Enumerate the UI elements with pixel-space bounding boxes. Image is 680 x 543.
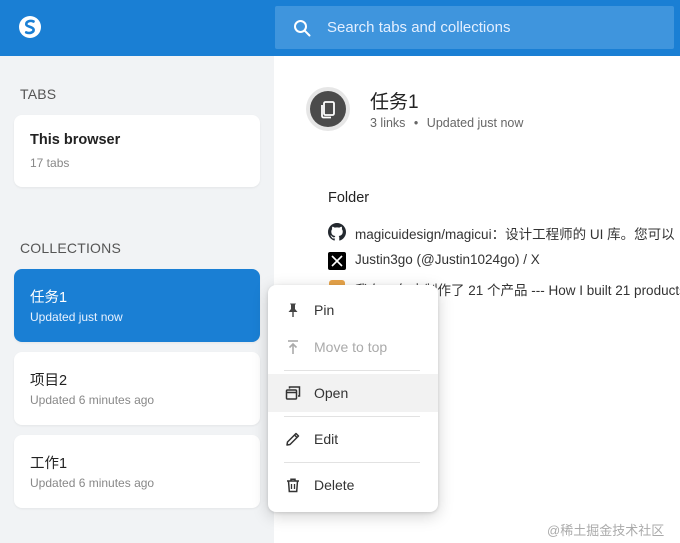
top-bar [0,0,680,56]
meta-separator: • [413,116,419,130]
collection-avatar [306,87,350,131]
collection-meta: 3 links • Updated just now [370,116,523,130]
menu-divider [284,462,420,463]
move-to-top-icon [288,340,298,354]
search-input[interactable] [327,6,657,49]
collections-section-title: COLLECTIONS [20,240,121,256]
menu-item-label: Pin [314,302,335,318]
link-text: magicuidesign/magicui：设计工程师的 UI 库。您可以 [355,227,675,242]
menu-divider [284,416,420,417]
edit-pencil-icon [286,432,300,446]
menu-item-label: Move to top [314,339,388,355]
menu-item-open[interactable]: Open [268,374,438,412]
links-count: 3 links [370,116,406,130]
updated-text: Updated just now [426,116,524,130]
copy-icon [321,101,335,119]
tabs-section-title: TABS [20,86,57,102]
menu-item-edit[interactable]: Edit [268,420,438,458]
menu-item-label: Edit [314,431,339,447]
github-icon [328,223,346,241]
app-logo-icon[interactable] [18,15,42,39]
pin-icon [288,303,298,317]
collection-card-title: 任务1 [30,290,68,306]
collection-card-subtitle: Updated 6 minutes ago [30,393,155,407]
link-text: Justin3go (@Justin1024go) / X [355,252,540,267]
tabs-card-title: This browser [30,132,121,148]
collection-card-subtitle: Updated 6 minutes ago [30,476,155,490]
tabs-card-this-browser[interactable]: This browser 17 tabs [14,115,260,187]
search-box[interactable] [275,6,674,49]
menu-item-label: Delete [314,477,355,493]
collection-card-title: 项目2 [30,373,68,389]
collection-card-title: 工作1 [30,456,68,472]
sidebar: TABS This browser 17 tabs COLLECTIONS 任务… [0,56,274,543]
open-in-window-icon [285,386,301,400]
watermark-text: @稀土掘金技术社区 [547,523,665,538]
x-icon [328,252,346,270]
collection-card-1[interactable]: 任务1 Updated just now [14,269,260,342]
collection-card-2[interactable]: 项目2 Updated 6 minutes ago [14,352,260,425]
menu-item-label: Open [314,385,349,401]
menu-item-delete[interactable]: Delete [268,466,438,504]
collection-card-subtitle: Updated just now [30,310,123,324]
context-menu: Pin Move to top Open Edit Delete [268,285,438,512]
tabs-card-subtitle: 17 tabs [30,156,70,170]
search-icon [294,20,311,37]
collection-title[interactable]: 任务1 [370,87,419,114]
menu-item-pin[interactable]: Pin [268,291,438,329]
folder-label[interactable]: Folder [328,190,369,206]
collection-card-3[interactable]: 工作1 Updated 6 minutes ago [14,435,260,508]
menu-divider [284,370,420,371]
menu-item-move-to-top[interactable]: Move to top [268,328,438,366]
trash-icon [287,478,299,493]
